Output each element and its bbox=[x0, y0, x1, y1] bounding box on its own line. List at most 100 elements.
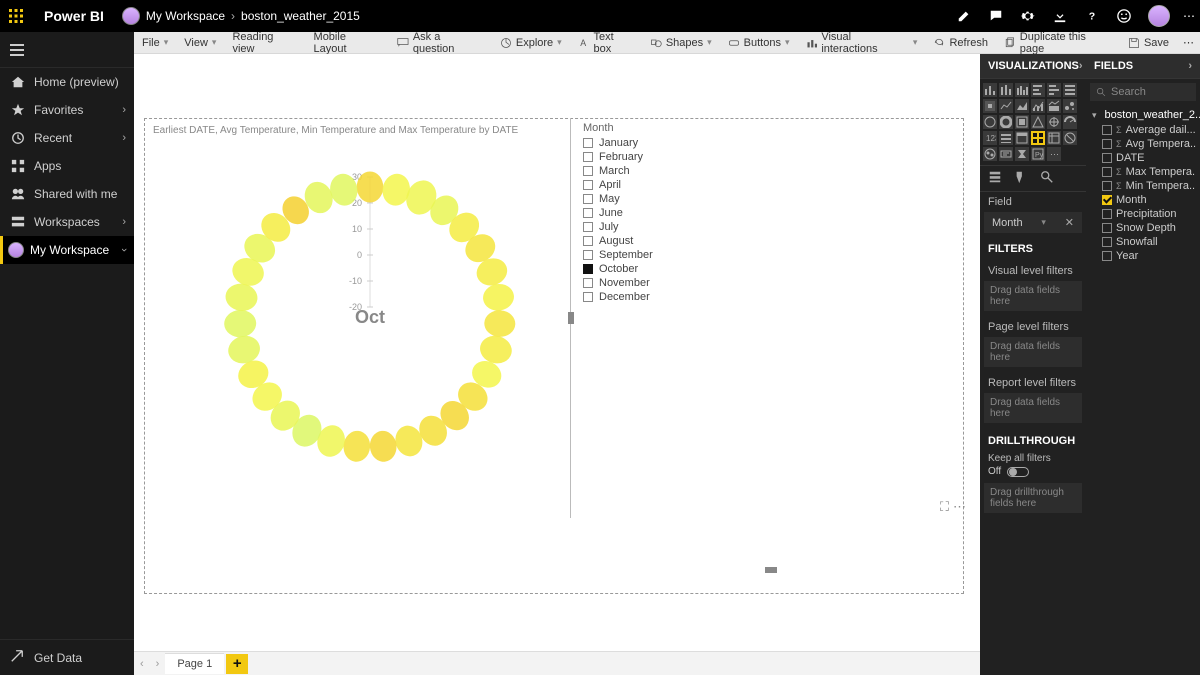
analytics-magnifier-icon[interactable] bbox=[1040, 170, 1054, 187]
field-well-item[interactable]: Month▾✕ bbox=[984, 212, 1082, 233]
ask-question-button[interactable]: Ask a question bbox=[389, 32, 492, 53]
drillthrough-drop[interactable]: Drag drillthrough fields here bbox=[984, 483, 1082, 513]
slicer-item[interactable]: February bbox=[583, 150, 653, 164]
breadcrumb-report[interactable]: boston_weather_2015 bbox=[241, 9, 360, 23]
add-page-button[interactable]: + bbox=[226, 654, 248, 674]
viz-type-tile[interactable] bbox=[1047, 131, 1061, 145]
viz-type-tile[interactable] bbox=[1031, 115, 1045, 129]
slicer-visual-container[interactable]: Month JanuaryFebruaryMarchAprilMayJuneJu… bbox=[570, 118, 964, 518]
viz-type-tile[interactable] bbox=[1047, 115, 1061, 129]
viz-type-tile[interactable] bbox=[1015, 131, 1029, 145]
viz-type-tile[interactable] bbox=[1031, 83, 1045, 97]
viz-type-tile[interactable]: Py bbox=[1031, 147, 1045, 161]
download-icon[interactable] bbox=[1044, 0, 1076, 32]
slicer-item[interactable]: June bbox=[583, 206, 653, 220]
refresh-button[interactable]: Refresh bbox=[925, 32, 996, 53]
field-item[interactable]: Month bbox=[1090, 193, 1196, 207]
filter-drop-zone[interactable]: Drag data fields here bbox=[984, 337, 1082, 367]
viz-type-tile[interactable]: ⋯ bbox=[1047, 147, 1061, 161]
collapse-icon[interactable]: › bbox=[1079, 60, 1083, 72]
viz-type-tile[interactable] bbox=[999, 147, 1013, 161]
slicer-item[interactable]: March bbox=[583, 164, 653, 178]
nav-apps[interactable]: Apps bbox=[0, 152, 134, 180]
app-launcher-icon[interactable] bbox=[0, 0, 32, 32]
field-item[interactable]: ΣAvg Tempera... bbox=[1090, 137, 1196, 151]
page-scroll-left-icon[interactable]: ‹ bbox=[134, 658, 150, 670]
reading-view-button[interactable]: Reading view bbox=[224, 32, 305, 53]
file-menu[interactable]: File ▾ bbox=[134, 32, 176, 53]
field-item[interactable]: Snow Depth bbox=[1090, 221, 1196, 235]
viz-type-tile[interactable] bbox=[999, 131, 1013, 145]
nav-recent[interactable]: Recent› bbox=[0, 124, 134, 152]
focus-mode-icon[interactable]: ⛶ bbox=[940, 499, 949, 515]
viz-type-tile[interactable] bbox=[1047, 83, 1061, 97]
fields-well-icon[interactable] bbox=[988, 170, 1002, 187]
hamburger-icon[interactable] bbox=[0, 32, 134, 68]
breadcrumb-workspace[interactable]: My Workspace bbox=[146, 9, 225, 23]
viz-type-tile[interactable] bbox=[1031, 99, 1045, 113]
explore-menu[interactable]: Explore ▾ bbox=[492, 32, 570, 53]
overflow-icon[interactable]: ⋯ bbox=[1177, 32, 1200, 53]
viz-type-tile[interactable] bbox=[983, 147, 997, 161]
get-data-button[interactable]: Get Data bbox=[0, 639, 134, 675]
slicer-item[interactable]: July bbox=[583, 220, 653, 234]
user-avatar-icon[interactable] bbox=[1148, 5, 1170, 27]
nav-workspaces[interactable]: Workspaces› bbox=[0, 208, 134, 236]
brand-name[interactable]: Power BI bbox=[32, 8, 116, 24]
duplicate-page-button[interactable]: Duplicate this page bbox=[996, 32, 1120, 53]
save-button[interactable]: Save bbox=[1120, 32, 1177, 53]
viz-type-tile[interactable] bbox=[1015, 115, 1029, 129]
viz-type-tile[interactable] bbox=[983, 99, 997, 113]
remove-field-icon[interactable]: ✕ bbox=[1065, 216, 1074, 229]
help-icon[interactable]: ? bbox=[1076, 0, 1108, 32]
field-item[interactable]: Year bbox=[1090, 249, 1196, 263]
slicer-item[interactable]: May bbox=[583, 192, 653, 206]
field-item[interactable]: ΣAverage dail... bbox=[1090, 123, 1196, 137]
filter-drop-zone[interactable]: Drag data fields here bbox=[984, 281, 1082, 311]
field-item[interactable]: ΣMax Tempera... bbox=[1090, 165, 1196, 179]
slicer-item[interactable]: April bbox=[583, 178, 653, 192]
field-item[interactable]: Precipitation bbox=[1090, 207, 1196, 221]
shapes-menu[interactable]: Shapes ▾ bbox=[642, 32, 720, 53]
slicer-item[interactable]: January bbox=[583, 136, 653, 150]
viz-type-tile[interactable] bbox=[1015, 99, 1029, 113]
viz-type-tile[interactable] bbox=[1063, 83, 1077, 97]
more-options-icon[interactable]: ⋯ bbox=[953, 499, 966, 515]
viz-type-tile[interactable] bbox=[1047, 99, 1061, 113]
chat-icon[interactable] bbox=[980, 0, 1012, 32]
view-menu[interactable]: View ▾ bbox=[176, 32, 224, 53]
viz-type-tile[interactable] bbox=[983, 83, 997, 97]
nav-my-workspace[interactable]: My Workspace› bbox=[0, 236, 134, 264]
format-brush-icon[interactable] bbox=[1014, 170, 1028, 187]
field-item[interactable]: Snowfall bbox=[1090, 235, 1196, 249]
collapse-icon[interactable]: › bbox=[1188, 60, 1192, 72]
edit-icon[interactable] bbox=[948, 0, 980, 32]
field-item[interactable]: DATE bbox=[1090, 151, 1196, 165]
resize-handle-left[interactable] bbox=[568, 312, 574, 324]
nav-favorites[interactable]: Favorites› bbox=[0, 96, 134, 124]
viz-type-tile[interactable] bbox=[1063, 115, 1077, 129]
slicer-item[interactable]: September bbox=[583, 248, 653, 262]
viz-type-tile[interactable] bbox=[1063, 131, 1077, 145]
fields-table-header[interactable]: ▾boston_weather_2... bbox=[1090, 107, 1196, 123]
viz-type-tile[interactable] bbox=[1015, 147, 1029, 161]
visual-interactions-menu[interactable]: Visual interactions ▾ bbox=[798, 32, 926, 53]
viz-type-tile[interactable] bbox=[1015, 83, 1029, 97]
buttons-menu[interactable]: Buttons ▾ bbox=[720, 32, 798, 53]
mobile-layout-button[interactable]: Mobile Layout bbox=[306, 32, 389, 53]
slicer-item[interactable]: December bbox=[583, 290, 653, 304]
fields-search-input[interactable]: Search bbox=[1090, 83, 1196, 101]
viz-type-tile[interactable] bbox=[1031, 131, 1045, 145]
feedback-smile-icon[interactable] bbox=[1108, 0, 1140, 32]
slicer-item[interactable]: August bbox=[583, 234, 653, 248]
page-scroll-right-icon[interactable]: › bbox=[150, 658, 166, 670]
slicer-item[interactable]: November bbox=[583, 276, 653, 290]
page-tab[interactable]: Page 1 bbox=[165, 653, 224, 674]
nav-home[interactable]: Home (preview) bbox=[0, 68, 134, 96]
slicer-item[interactable]: October bbox=[583, 262, 653, 276]
resize-handle-bottom[interactable] bbox=[765, 567, 777, 573]
textbox-button[interactable]: AText box bbox=[570, 32, 642, 53]
viz-type-tile[interactable] bbox=[1063, 99, 1077, 113]
field-item[interactable]: ΣMin Tempera... bbox=[1090, 179, 1196, 193]
overflow-icon[interactable]: ⋯ bbox=[1178, 0, 1200, 32]
